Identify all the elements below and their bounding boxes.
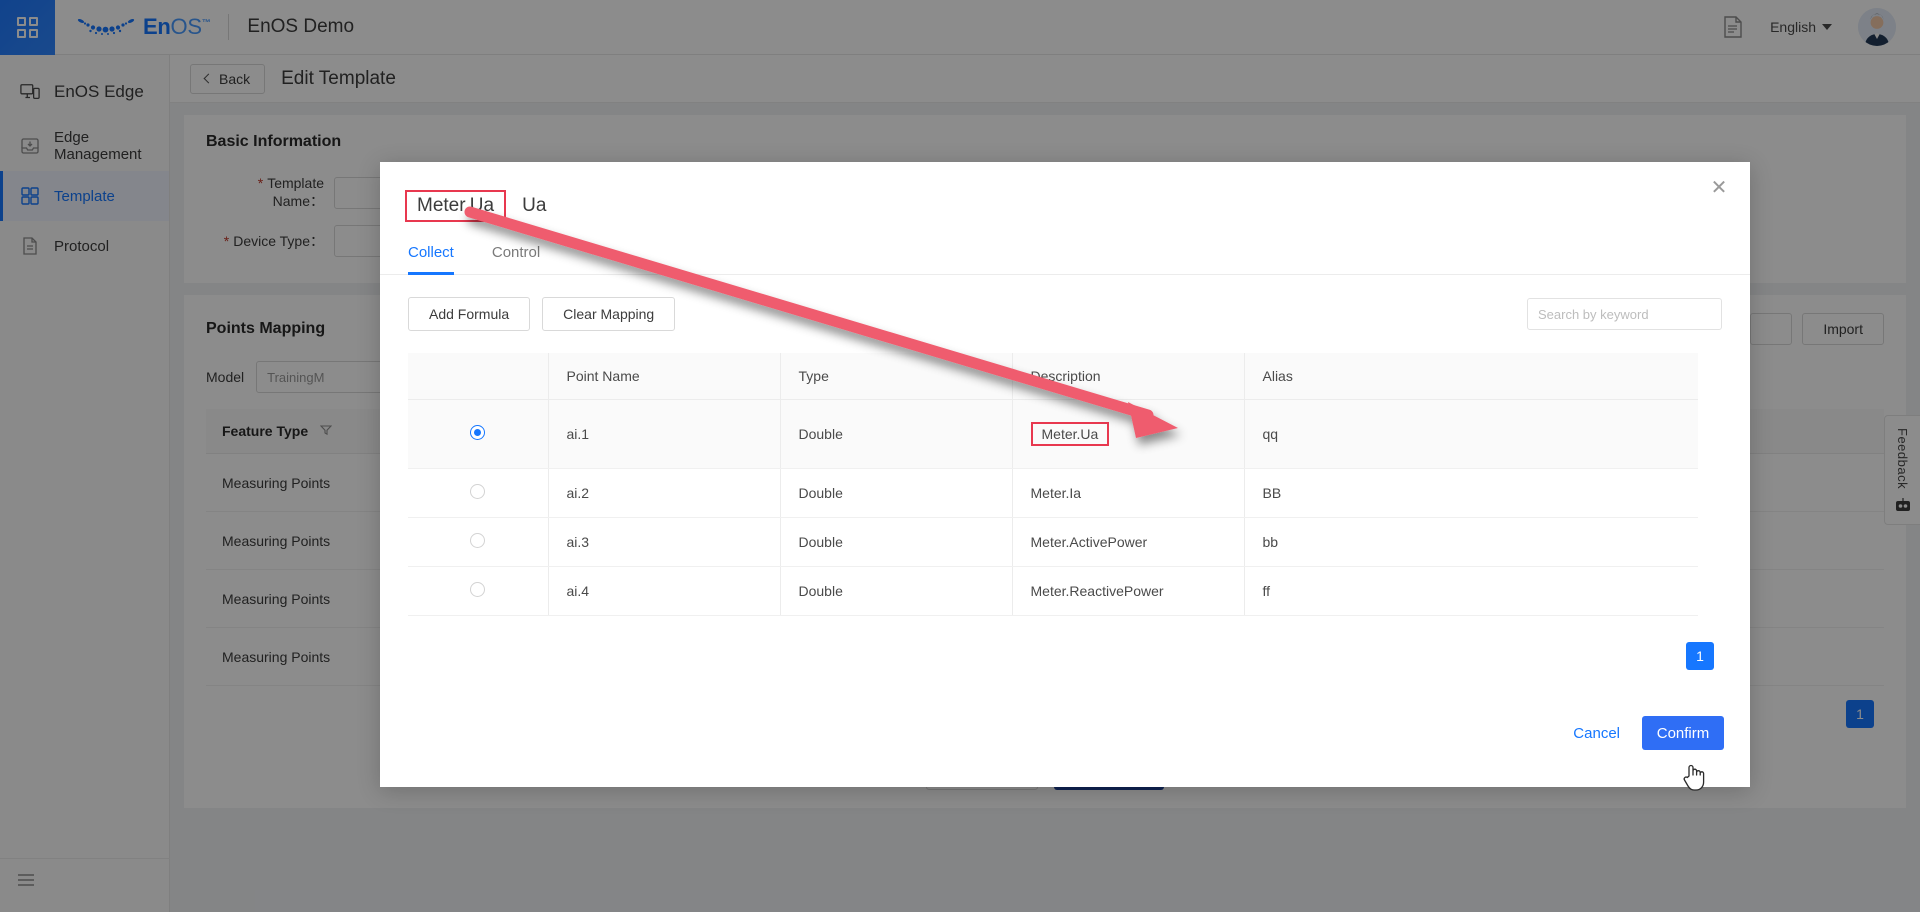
- cell-alias: ff: [1244, 566, 1698, 616]
- description-highlight: Meter.Ua: [1030, 422, 1110, 446]
- cell-point-name: ai.2: [548, 468, 781, 518]
- modal-pagination: 1: [380, 642, 1714, 670]
- cell-alias: qq: [1244, 399, 1698, 469]
- modal-highlighted-title: Meter.Ua: [405, 190, 507, 222]
- radio-button[interactable]: [470, 582, 486, 597]
- modal-tabs: Collect Control: [380, 222, 1750, 275]
- modal-sub-title: Ua: [522, 195, 547, 216]
- cell-point-name: ai.1: [548, 399, 781, 469]
- page-number-button[interactable]: 1: [1686, 642, 1714, 670]
- cell-alias: bb: [1244, 517, 1698, 567]
- cell-description: Meter.Ua: [1012, 399, 1245, 469]
- column-select: [408, 353, 549, 400]
- radio-button[interactable]: [470, 425, 486, 440]
- clear-mapping-button[interactable]: Clear Mapping: [542, 297, 676, 331]
- modal-footer: Cancel Confirm: [380, 716, 1724, 750]
- cell-select[interactable]: [408, 566, 549, 616]
- tab-control[interactable]: Control: [492, 244, 540, 274]
- cancel-button[interactable]: Cancel: [1573, 725, 1620, 742]
- cell-select[interactable]: [408, 517, 549, 567]
- column-type: Type: [780, 353, 1013, 400]
- cell-alias: BB: [1244, 468, 1698, 518]
- radio-button[interactable]: [470, 533, 486, 548]
- column-alias: Alias: [1244, 353, 1698, 400]
- cell-type: Double: [780, 468, 1013, 518]
- search-input[interactable]: [1538, 306, 1714, 322]
- cell-type: Double: [780, 566, 1013, 616]
- points-table: Point Name Type Description Alias ai.1 D…: [408, 353, 1698, 616]
- cell-description: Meter.ReactivePower: [1012, 566, 1245, 616]
- radio-button[interactable]: [470, 484, 486, 499]
- points-table-body: ai.1 Double Meter.Ua qq ai.2 Double Mete…: [408, 399, 1698, 616]
- cell-point-name: ai.4: [548, 566, 781, 616]
- add-formula-button[interactable]: Add Formula: [408, 297, 531, 331]
- tab-collect[interactable]: Collect: [408, 244, 454, 275]
- cell-select[interactable]: [408, 468, 549, 518]
- cell-type: Double: [780, 517, 1013, 567]
- cell-type: Double: [780, 399, 1013, 469]
- column-point-name: Point Name: [548, 353, 781, 400]
- modal-title-row: Meter.Ua Ua: [380, 162, 1750, 222]
- points-table-header-row: Point Name Type Description Alias: [408, 353, 1698, 400]
- table-row[interactable]: ai.4 Double Meter.ReactivePower ff: [408, 566, 1698, 616]
- close-icon[interactable]: ✕: [1708, 178, 1730, 200]
- cell-select[interactable]: [408, 399, 549, 469]
- modal-toolbar: Add Formula Clear Mapping: [380, 275, 1750, 331]
- column-description: Description: [1012, 353, 1245, 400]
- confirm-button[interactable]: Confirm: [1642, 716, 1724, 750]
- cell-description: Meter.ActivePower: [1012, 517, 1245, 567]
- table-row[interactable]: ai.2 Double Meter.Ia BB: [408, 468, 1698, 518]
- cell-description: Meter.Ia: [1012, 468, 1245, 518]
- cell-point-name: ai.3: [548, 517, 781, 567]
- search-box[interactable]: [1527, 298, 1722, 330]
- table-row[interactable]: ai.3 Double Meter.ActivePower bb: [408, 517, 1698, 567]
- point-mapping-modal: ✕ Meter.Ua Ua Collect Control Add Formul…: [380, 162, 1750, 787]
- table-row[interactable]: ai.1 Double Meter.Ua qq: [408, 399, 1698, 469]
